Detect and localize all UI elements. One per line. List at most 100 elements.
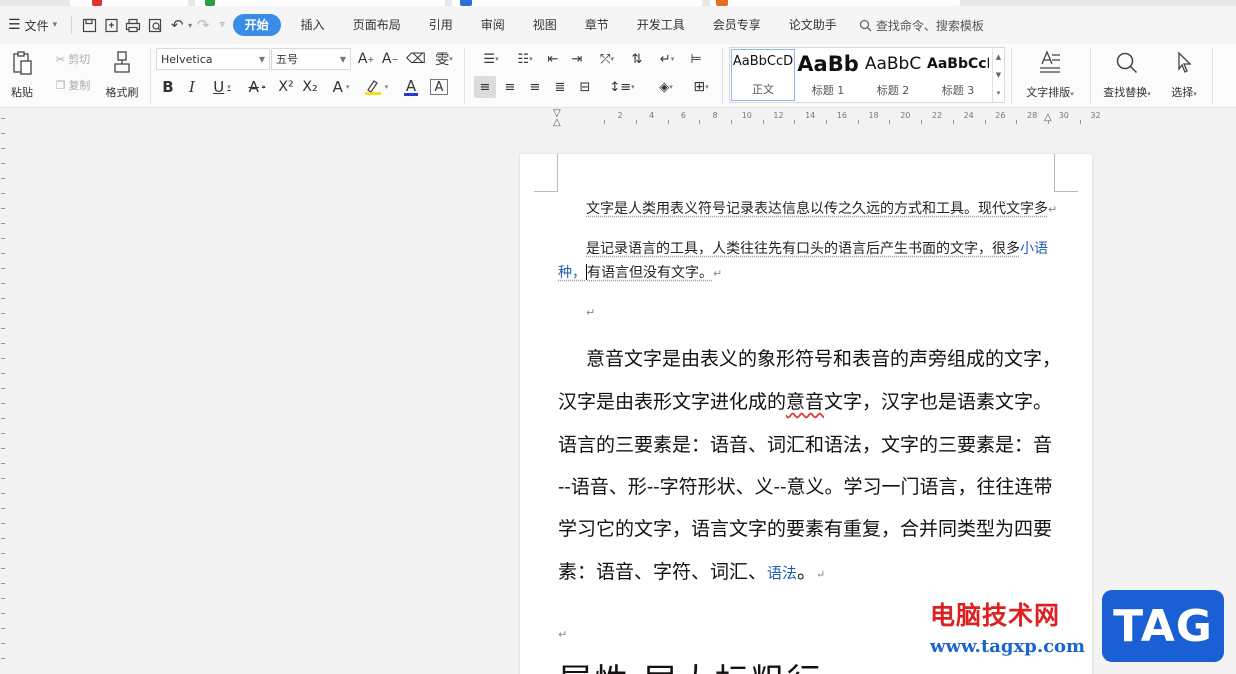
bold-icon[interactable]: B [158, 76, 178, 98]
ruler-tick [762, 120, 764, 124]
ruler-tick [1, 388, 5, 389]
divider [150, 48, 151, 104]
character-border-icon[interactable]: A [430, 79, 448, 95]
show-marks-icon[interactable]: ↵ ▾ [652, 49, 682, 69]
save-icon[interactable] [78, 14, 100, 36]
tab-developer[interactable]: 开发工具 [623, 14, 699, 36]
find-replace-button[interactable]: 查找替换▾ [1096, 48, 1158, 100]
ruler-tick [952, 120, 954, 124]
tab-insert[interactable]: 插入 [287, 14, 339, 36]
tab-ruler-icon[interactable]: ⊨ [684, 49, 708, 69]
format-painter-button[interactable]: 格式刷 [102, 48, 142, 100]
style-normal[interactable]: AaBbCcD 正文 [731, 49, 795, 101]
paragraph-3-line[interactable]: 素：语音、字符、词汇、语法。↵ [558, 557, 825, 584]
distributed-align-icon[interactable]: ⊟ [574, 76, 596, 98]
tab-view[interactable]: 视图 [519, 14, 571, 36]
grow-font-icon[interactable]: A + [356, 49, 376, 69]
chevron-down-icon[interactable]: ▼ [996, 71, 1001, 79]
select-button[interactable]: 选择▾ [1164, 48, 1204, 100]
line-spacing-icon[interactable]: ↕≡ ▾ [606, 76, 638, 98]
export-pdf-icon[interactable] [100, 14, 122, 36]
tab-section[interactable]: 章节 [571, 14, 623, 36]
style-heading-1[interactable]: AaBb 标题 1 [796, 49, 860, 101]
print-icon[interactable] [122, 14, 144, 36]
style-preview: AaBb [797, 53, 859, 75]
shrink-font-icon[interactable]: A − [380, 49, 400, 69]
tab-page-layout[interactable]: 页面布局 [339, 14, 415, 36]
justify-icon[interactable]: ≣ [549, 76, 571, 98]
underline-icon[interactable]: U ▾ [206, 76, 238, 98]
copy-button[interactable]: ❐ 复制 [48, 76, 98, 94]
hanging-indent-marker[interactable]: △ [553, 117, 561, 128]
file-menu[interactable]: ☰ 文件 ▾ [0, 11, 65, 39]
spelling-flag[interactable]: 意音 [786, 391, 824, 413]
text-layout-button[interactable]: 文字排版▾ [1016, 48, 1084, 100]
paragraph-3-line[interactable]: 汉字是由表形文字进化成的意音文字，汉字也是语素文字。 [558, 387, 1052, 414]
find-replace-label: 查找替换 [1103, 86, 1148, 99]
phonetic-guide-icon[interactable]: 雯 ▾ [431, 49, 457, 69]
align-center-icon[interactable]: ≡ [499, 76, 521, 98]
chevron-up-icon[interactable]: ▲ [996, 53, 1001, 61]
font-name-select[interactable]: Helvetica ▼ [156, 48, 270, 70]
ruler-tick [1047, 120, 1049, 124]
bullets-icon[interactable]: ☰ ▾ [476, 49, 506, 69]
align-left-icon[interactable]: ≡ [474, 76, 496, 98]
ruler-tick [1, 373, 5, 374]
tab-home[interactable]: 开始 [232, 14, 281, 36]
paragraph-3-line[interactable]: 语言的三要素是：语音、词汇和语法，文字的三要素是：音 [558, 430, 1052, 457]
increase-indent-icon[interactable]: ⇥ [566, 49, 588, 69]
ruler-tick [1, 343, 5, 344]
paragraph-2-line-2[interactable]: 种，有语言但没有文字。↵ [558, 262, 1056, 282]
text-direction-icon[interactable]: ⤱ ▾ [592, 49, 622, 69]
align-right-icon[interactable]: ≡ [524, 76, 546, 98]
paragraph-3-line[interactable]: 意音文字是由表义的象形符号和表音的声旁组成的文字， [586, 344, 1061, 371]
highlight-icon[interactable]: ▾ [360, 76, 392, 98]
text-effects-icon[interactable]: A ▾ [326, 76, 356, 98]
heading-partial[interactable]: 属性 层大标粗行 [558, 654, 823, 674]
customize-quick-access-icon[interactable]: ▿ [220, 20, 225, 30]
style-preview: AaBbCcI [927, 56, 989, 72]
italic-icon[interactable]: I [182, 76, 202, 98]
styles-gallery: AaBbCcD 正文 AaBb 标题 1 AaBbC 标题 2 AaBbCcI … [729, 47, 1005, 103]
link-small-language[interactable]: 小语 [1020, 241, 1048, 257]
font-name-value: Helvetica [161, 52, 213, 66]
decrease-indent-icon[interactable]: ⇤ [542, 49, 564, 69]
redo-icon[interactable]: ↷ [192, 14, 214, 36]
horizontal-ruler[interactable]: ▽ △ △ 2 4 6 8 10 12 14 16 18 20 22 24 26 28 30 32 [533, 108, 1101, 128]
numbering-icon[interactable]: ☷ ▾ [510, 49, 540, 69]
paragraph-1[interactable]: 文字是人类用表义符号记录表达信息以传之久远的方式和工具。现代文字多↵ [558, 198, 1057, 218]
chevron-down-icon: ▾ [1070, 90, 1074, 98]
ruler-label: 16 [836, 111, 847, 120]
ruler-label: 26 [995, 111, 1006, 120]
superscript-icon[interactable]: X² [276, 76, 296, 98]
paragraph-3-line[interactable]: --语音、形--字符形状、义--意义。学习一门语言，往往连带 [558, 472, 1053, 499]
borders-icon[interactable]: ⊞ ▾ [686, 76, 716, 98]
shading-icon[interactable]: ◈ ▾ [650, 76, 682, 98]
print-preview-icon[interactable] [144, 14, 166, 36]
tab-references[interactable]: 引用 [415, 14, 467, 36]
tab-thesis-assistant[interactable]: 论文助手 [775, 14, 851, 36]
tab-member[interactable]: 会员专享 [699, 14, 775, 36]
strikethrough-icon[interactable]: A ▾ [242, 76, 272, 98]
paste-button[interactable]: 粘贴 [4, 48, 40, 100]
style-preview: AaBbCcD [732, 54, 794, 69]
link-grammar[interactable]: 语法 [767, 564, 797, 582]
tab-review[interactable]: 审阅 [467, 14, 519, 36]
sort-icon[interactable]: ⇅ [626, 49, 648, 69]
style-preview: AaBbC [864, 54, 922, 74]
cut-button[interactable]: ✂ 剪切 [48, 50, 98, 68]
empty-paragraph[interactable]: ↵ [586, 304, 1084, 320]
style-heading-2[interactable]: AaBbC 标题 2 [861, 49, 925, 101]
command-search[interactable]: 查找命令、搜索模板 [859, 17, 984, 34]
expand-gallery-icon[interactable]: ▾ [997, 89, 1001, 97]
font-size-select[interactable]: 五号 ▼ [271, 48, 351, 70]
font-color-icon[interactable]: A [396, 76, 426, 98]
style-heading-3[interactable]: AaBbCcI 标题 3 [926, 49, 990, 101]
paragraph-2[interactable]: 是记录语言的工具，人类往往先有口头的语言后产生书面的文字，很多小语 [558, 238, 1056, 258]
undo-icon[interactable]: ↶ [166, 14, 188, 36]
paragraph-3-line[interactable]: 学习它的文字，语言文字的要素有重复，合并同类型为四要 [558, 514, 1052, 541]
watermark-logo: TAG [1102, 590, 1224, 662]
clear-format-icon[interactable]: ⌫ [405, 49, 427, 69]
styles-scrollbar[interactable]: ▲ ▼ ▾ [992, 48, 1004, 102]
subscript-icon[interactable]: X₂ [300, 76, 320, 98]
